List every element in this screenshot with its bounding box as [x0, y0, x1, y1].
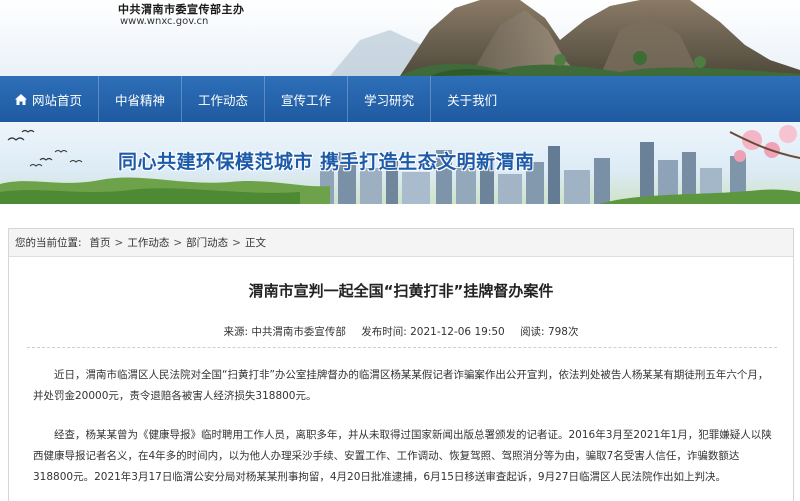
nav-item-home[interactable]: 网站首页: [0, 76, 100, 122]
home-icon: [15, 93, 27, 105]
article-meta: 来源: 中共渭南市委宣传部 发布时间: 2021-12-06 19:50 阅读:…: [9, 324, 793, 339]
breadcrumb-separator: >: [173, 236, 183, 249]
breadcrumb-home[interactable]: 首页: [90, 235, 111, 250]
breadcrumb-current: 正文: [244, 237, 266, 249]
nav-item-publicity[interactable]: 宣传工作: [265, 76, 349, 122]
site-title: 中共渭南市委宣传部主办: [118, 3, 245, 16]
main-nav: 网站首页 中省精神 工作动态 宣传工作 学习研究 关于我们: [0, 76, 800, 122]
nav-item-about[interactable]: 关于我们: [431, 76, 513, 122]
article-views: 阅读: 798次: [520, 326, 579, 338]
nav-item-label: 宣传工作: [281, 92, 332, 108]
nav-item-label: 中省精神: [115, 92, 166, 108]
breadcrumb: 您的当前位置: 首页 > 工作动态 > 部门动态 > 正文: [9, 229, 793, 257]
article-panel: 您的当前位置: 首页 > 工作动态 > 部门动态 > 正文 渭南市宣判一起全国“…: [8, 228, 794, 501]
article-source: 来源: 中共渭南市委宣传部: [223, 326, 346, 338]
banner-slogan: 同心共建环保模范城市 携手打造生态文明新渭南: [118, 151, 535, 173]
nav-item-work-news[interactable]: 工作动态: [182, 76, 266, 122]
site-url: www.wnxc.gov.cn: [120, 16, 209, 27]
breadcrumb-department-news[interactable]: 部门动态: [186, 235, 228, 250]
nav-item-label: 网站首页: [32, 92, 83, 108]
nav-item-central-spirit[interactable]: 中省精神: [99, 76, 183, 122]
breadcrumb-work-news[interactable]: 工作动态: [127, 235, 169, 250]
article-title: 渭南市宣判一起全国“扫黄打非”挂牌督办案件: [248, 282, 554, 300]
site-header: 中共渭南市委宣传部主办 www.wnxc.gov.cn: [0, 0, 800, 76]
article-publish-time: 发布时间: 2021-12-06 19:50: [361, 326, 505, 338]
article-paragraph: 近日，渭南市临渭区人民法院对全国“扫黄打非”办公室挂牌督办的临渭区杨某某假记者诈…: [33, 369, 769, 402]
nav-item-label: 关于我们: [447, 92, 498, 108]
article-paragraph: 经查，杨某某曾为《健康导报》临时聘用工作人员，离职多年，并从未取得过国家新闻出版…: [33, 429, 772, 483]
nav-item-study[interactable]: 学习研究: [348, 76, 432, 122]
meta-divider: [27, 347, 777, 348]
nav-item-label: 学习研究: [364, 92, 415, 108]
breadcrumb-separator: >: [114, 236, 124, 249]
breadcrumb-separator: >: [232, 236, 241, 249]
nav-item-label: 工作动态: [198, 92, 249, 108]
breadcrumb-prefix: 您的当前位置:: [15, 237, 82, 249]
